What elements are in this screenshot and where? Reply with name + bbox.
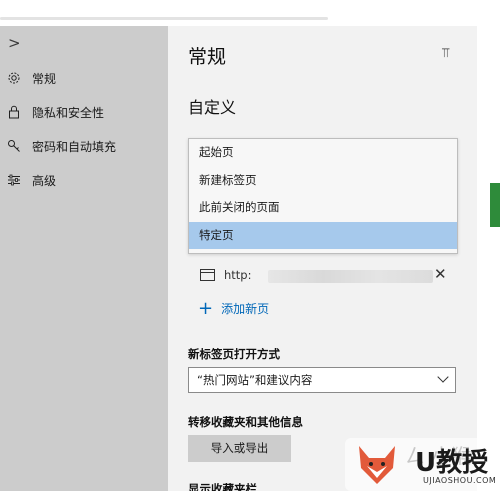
sliders-icon [6,172,22,188]
page-icon [200,269,215,281]
sidebar-item-advanced[interactable]: 高级 [6,168,166,192]
transfer-heading: 转移收藏夹和其他信息 [188,415,303,429]
add-page-label: 添加新页 [221,302,270,316]
specific-page-row: http: ✕ [188,262,456,290]
sidebar-item-label: 高级 [32,173,57,188]
lock-icon [6,104,22,120]
taskbar-app-accent [490,183,500,227]
pin-icon[interactable]: ⫪ [442,46,449,61]
import-export-button[interactable]: 导入或导出 [188,435,291,462]
settings-sidebar: > 常规 隐私和安全性 密码和自动填充 高级 [0,26,168,491]
section-title-customize: 自定义 [188,98,237,117]
plus-icon: + [198,297,214,319]
key-icon [6,138,22,154]
address-bar-edge [0,17,328,20]
chevron-down-icon [437,371,449,383]
sidebar-item-label: 常规 [32,71,57,86]
newtab-select-value: “热门网站”和建议内容 [197,373,313,387]
sidebar-item-label: 隐私和安全性 [32,105,105,120]
page-url: http: [224,268,252,282]
sidebar-item-privacy[interactable]: 隐私和安全性 [6,100,166,124]
url-redacted [268,270,433,283]
chevron-right-icon[interactable]: > [8,34,21,52]
settings-panel: 常规 ⫪ 自定义 起始页 新建标签页 此前关闭的页面 特定页 http: ✕ +… [168,26,477,491]
page-title: 常规 [188,46,227,68]
window-edge [477,26,500,491]
sidebar-item-label: 密码和自动填充 [32,139,117,154]
add-page-button[interactable]: + 添加新页 [198,297,270,319]
title-strip [0,0,500,26]
favorites-bar-label: 显示收藏夹栏 [188,482,257,491]
sidebar-item-general[interactable]: 常规 [6,66,166,90]
newtab-heading: 新标签页打开方式 [188,347,280,361]
newtab-select[interactable]: “热门网站”和建议内容 [188,367,456,393]
dropdown-option[interactable]: 此前关闭的页面 [189,194,457,222]
watermark: ㄙ 小猴 U教授 UJIAOSHOU.COM [345,438,500,491]
fox-logo-icon [359,446,395,484]
watermark-brand: U教授 [415,448,489,478]
dropdown-option[interactable]: 新建标签页 [189,167,457,195]
gear-icon [6,70,22,86]
startup-dropdown-list[interactable]: 起始页 新建标签页 此前关闭的页面 特定页 [188,138,458,254]
dropdown-option[interactable]: 起始页 [189,139,457,167]
sidebar-item-passwords[interactable]: 密码和自动填充 [6,134,166,158]
dropdown-option-selected[interactable]: 特定页 [189,221,457,249]
close-icon[interactable]: ✕ [434,265,447,283]
watermark-site: UJIAOSHOU.COM [423,476,497,485]
